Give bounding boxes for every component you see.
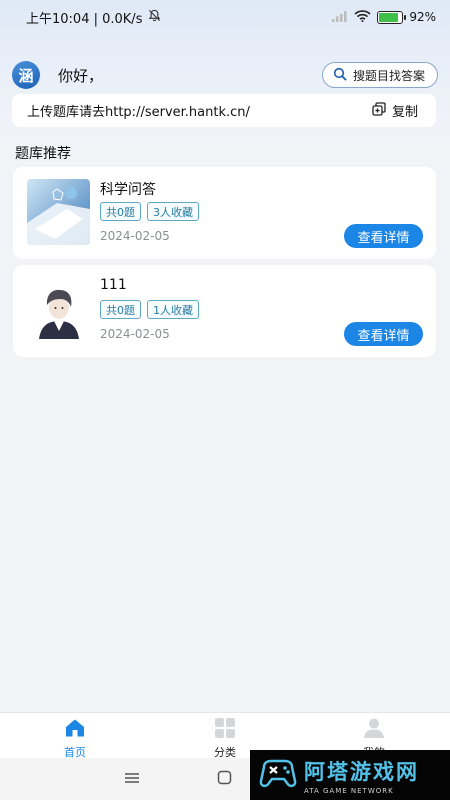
card-title: 科学问答	[100, 182, 156, 198]
tab-category[interactable]: 分类	[195, 718, 255, 760]
user-icon	[363, 718, 385, 741]
question-bank-card[interactable]: 111 共0题 1人收藏 2024-02-05 查看详情	[13, 265, 436, 357]
copy-button-label: 复制	[391, 105, 418, 120]
home-icon	[64, 718, 86, 741]
copy-button[interactable]: 复制	[372, 101, 418, 120]
card-date: 2024-02-05	[100, 229, 170, 243]
card-title: 111	[100, 277, 127, 293]
greeting-text: 你好，	[58, 66, 104, 85]
gamepad-logo-icon	[258, 753, 298, 797]
copy-icon	[372, 101, 386, 120]
favorites-tag: 1人收藏	[147, 300, 199, 319]
status-bar: 上午10:04 | 0.0K/s 92%	[0, 0, 450, 34]
battery-icon	[377, 10, 407, 24]
view-details-button[interactable]: 查看详情	[344, 224, 423, 248]
cellular-signal-icon	[332, 10, 348, 25]
question-bank-card[interactable]: 科学问答 共0题 3人收藏 2024-02-05 查看详情	[13, 167, 436, 259]
view-details-button[interactable]: 查看详情	[344, 322, 423, 346]
mute-bell-icon	[148, 9, 161, 26]
menu-icon[interactable]	[124, 770, 140, 789]
favorites-tag: 3人收藏	[147, 202, 199, 221]
watermark-cn: 阿塔游戏网	[304, 759, 419, 784]
upload-info-bar: 上传题库请去http://server.hantk.cn/ 复制	[12, 94, 436, 127]
upload-info-text: 上传题库请去http://server.hantk.cn/	[27, 105, 250, 120]
search-button[interactable]: 搜题目找答案	[321, 62, 438, 88]
card-date: 2024-02-05	[100, 327, 170, 341]
tab-home[interactable]: 首页	[45, 718, 105, 760]
app-logo: 涵	[12, 61, 40, 89]
battery-percent: 92%	[409, 10, 436, 24]
home-square-icon[interactable]	[217, 770, 232, 789]
watermark: 阿塔游戏网 ATA GAME NETWORK	[250, 750, 450, 800]
section-title: 题库推荐	[15, 146, 71, 162]
watermark-en: ATA GAME NETWORK	[304, 786, 394, 795]
header: 涵 你好， 搜题目找答案	[12, 60, 438, 90]
wifi-icon	[354, 9, 371, 25]
grid-icon	[214, 718, 236, 741]
question-count-tag: 共0题	[100, 202, 141, 221]
status-time-speed: 上午10:04 | 0.0K/s	[26, 11, 143, 27]
avatar-thumbnail	[27, 277, 90, 343]
question-count-tag: 共0题	[100, 300, 141, 319]
search-icon	[333, 67, 347, 84]
science-thumbnail	[27, 179, 90, 245]
search-button-label: 搜题目找答案	[352, 68, 425, 83]
